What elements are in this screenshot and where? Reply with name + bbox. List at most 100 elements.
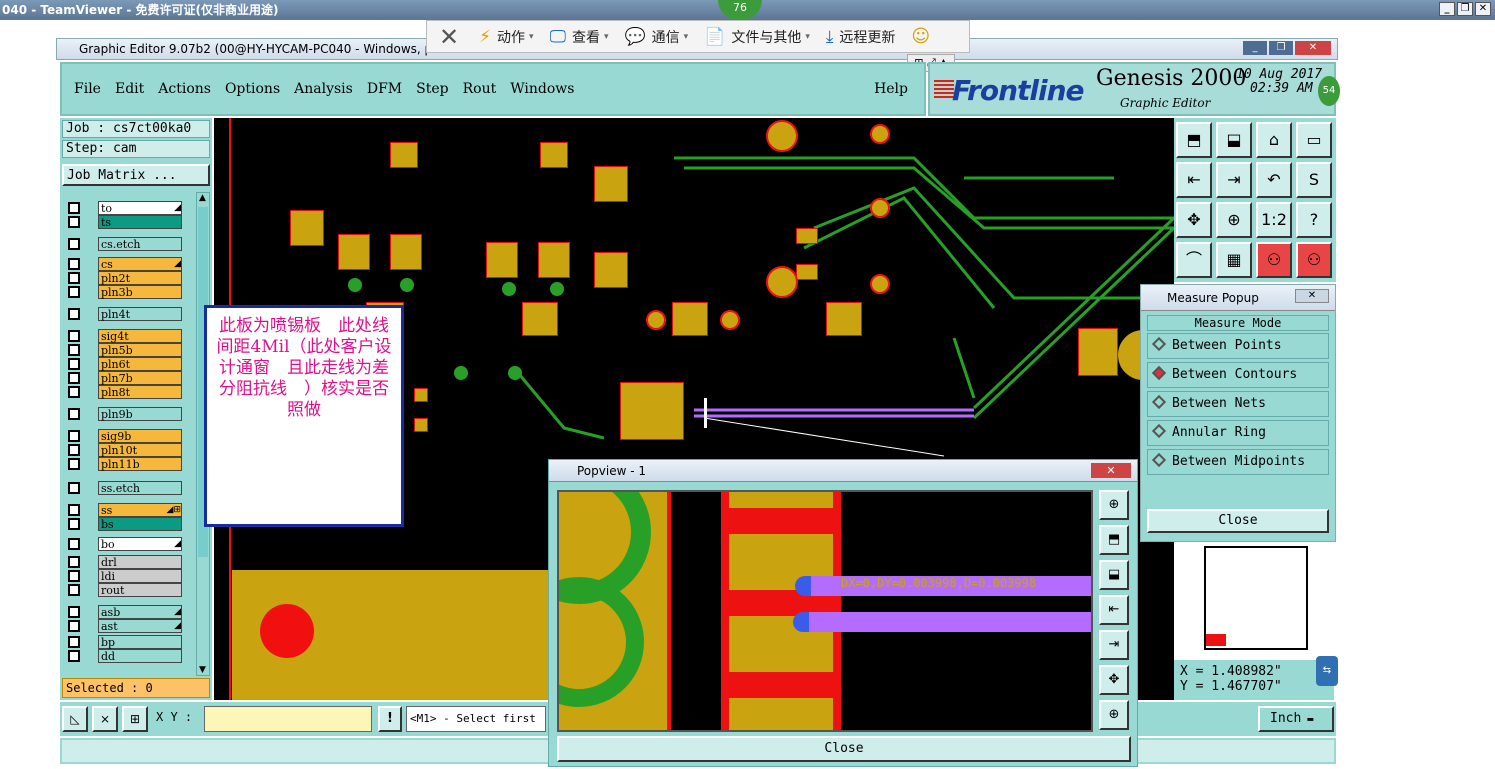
toolbar-remote-update[interactable]: ⤓ 远程更新: [818, 21, 904, 52]
toolbar-action[interactable]: ⚡ 动作 ▾: [471, 21, 541, 52]
close-icon[interactable]: ✕: [427, 23, 471, 51]
layer-name[interactable]: pln11b: [98, 456, 182, 471]
pan-left-icon[interactable]: ⇤: [1176, 162, 1212, 198]
layer-row[interactable]: pln8t: [62, 384, 184, 399]
xy-input[interactable]: [204, 706, 372, 732]
layer-row[interactable]: ts: [62, 214, 184, 229]
layer-name[interactable]: pln7b: [98, 370, 182, 385]
measure-option-between-midpoints[interactable]: Between Midpoints: [1147, 449, 1329, 475]
layer-name[interactable]: sig4t: [98, 328, 182, 343]
home-icon[interactable]: ⌂: [1256, 122, 1292, 158]
layer-name[interactable]: ldi: [98, 568, 182, 583]
layer-checkbox[interactable]: [68, 555, 80, 568]
layer-checkbox[interactable]: [68, 371, 80, 384]
layer-checkbox[interactable]: [68, 537, 80, 550]
layer-row[interactable]: ss.etch: [62, 480, 184, 495]
menu-edit[interactable]: Edit: [115, 81, 144, 97]
menu-actions[interactable]: Actions: [158, 81, 211, 97]
net-analysis-icon[interactable]: ⚇: [1256, 242, 1292, 278]
layer-row[interactable]: cs ◢: [62, 256, 184, 271]
move-right-icon[interactable]: ⇥: [1099, 630, 1129, 660]
close-button[interactable]: ✕: [1475, 2, 1491, 16]
smiley-icon[interactable]: ☺: [903, 26, 938, 47]
layer-checkbox[interactable]: [68, 429, 80, 442]
ge-close-button[interactable]: ✕: [1295, 41, 1331, 55]
layer-row[interactable]: sig4t: [62, 328, 184, 343]
save-icon[interactable]: ⬓: [1216, 122, 1252, 158]
overview-minimap[interactable]: [1176, 542, 1314, 658]
menu-step[interactable]: Step: [416, 81, 448, 97]
menu-dfm[interactable]: DFM: [367, 81, 402, 97]
layer-checkbox[interactable]: [68, 649, 80, 662]
measure-option-between-points[interactable]: Between Points: [1147, 333, 1329, 359]
layer-row[interactable]: pln2t: [62, 270, 184, 285]
layer-name[interactable]: pln4t: [98, 306, 182, 321]
grid-snap-icon[interactable]: ⊞: [122, 706, 148, 732]
layer-row[interactable]: ss ◢⊞: [62, 502, 184, 517]
minimize-button[interactable]: _: [1439, 2, 1455, 16]
teamviewer-side-icon[interactable]: ⇆: [1316, 656, 1338, 686]
layer-name[interactable]: pln8t: [98, 384, 182, 399]
layer-checkbox[interactable]: [68, 285, 80, 298]
layer-name[interactable]: bp: [98, 634, 182, 649]
layer-name[interactable]: dd: [98, 648, 182, 663]
menu-help[interactable]: Help: [874, 81, 908, 97]
popview-close-button[interactable]: Close: [557, 736, 1131, 762]
layer-checkbox[interactable]: [68, 237, 80, 250]
layer-name[interactable]: bo: [98, 536, 182, 551]
layer-checkbox[interactable]: [68, 605, 80, 618]
scroll-up-icon[interactable]: ▲: [199, 193, 206, 203]
layer-row[interactable]: to ◢: [62, 200, 184, 215]
move-down-icon[interactable]: ⬓: [1099, 560, 1129, 590]
layer-name[interactable]: asb: [98, 604, 182, 619]
layer-name[interactable]: sig9b: [98, 428, 182, 443]
pan-right-icon[interactable]: ⇥: [1216, 162, 1252, 198]
layer-row[interactable]: ldi: [62, 568, 184, 583]
layer-row[interactable]: drl: [62, 554, 184, 569]
layer-checkbox[interactable]: [68, 569, 80, 582]
move-up-icon[interactable]: ⬒: [1099, 525, 1129, 555]
layer-row[interactable]: pln7b: [62, 370, 184, 385]
close-icon[interactable]: ✕: [1295, 289, 1329, 303]
layer-checkbox[interactable]: [68, 503, 80, 516]
open-icon[interactable]: ⬒: [1176, 122, 1212, 158]
layer-checkbox[interactable]: [68, 271, 80, 284]
layer-name[interactable]: pln2t: [98, 270, 182, 285]
measure-option-between-contours[interactable]: Between Contours: [1147, 362, 1329, 388]
restore-button[interactable]: ❐: [1457, 2, 1473, 16]
toolbar-view[interactable]: 🖵 查看 ▾: [542, 21, 617, 52]
layer-checkbox[interactable]: [68, 257, 80, 270]
close-icon[interactable]: ✕: [1091, 463, 1131, 478]
layer-row[interactable]: bo ◢: [62, 536, 184, 551]
layer-row[interactable]: bp: [62, 634, 184, 649]
layer-checkbox[interactable]: [68, 201, 80, 214]
layer-row[interactable]: ast ◢: [62, 618, 184, 633]
layer-name[interactable]: pln5b: [98, 342, 182, 357]
layer-row[interactable]: pln6t: [62, 356, 184, 371]
toolbar-communicate[interactable]: 💬 通信 ▾: [617, 21, 697, 52]
layer-checkbox[interactable]: [68, 481, 80, 494]
measure-option-between-nets[interactable]: Between Nets: [1147, 391, 1329, 417]
layout-icon[interactable]: ▭: [1296, 122, 1332, 158]
layer-name[interactable]: rout: [98, 582, 182, 597]
layer-row[interactable]: dd: [62, 648, 184, 663]
measure-option-annular-ring[interactable]: Annular Ring: [1147, 420, 1329, 446]
zoom-center-icon[interactable]: ⊕: [1099, 700, 1129, 730]
layer-checkbox[interactable]: [68, 307, 80, 320]
menu-options[interactable]: Options: [225, 81, 280, 97]
layer-name[interactable]: pln6t: [98, 356, 182, 371]
toolbar-files[interactable]: 📄 文件与其他 ▾: [696, 21, 818, 52]
menu-rout[interactable]: Rout: [463, 81, 497, 97]
units-dropdown[interactable]: Inch ▬: [1258, 706, 1334, 732]
layer-checkbox[interactable]: [68, 385, 80, 398]
layer-row[interactable]: bs: [62, 516, 184, 531]
layer-row[interactable]: rout: [62, 582, 184, 597]
layer-row[interactable]: pln3b: [62, 284, 184, 299]
layer-name[interactable]: pln9b: [98, 406, 182, 421]
layer-checkbox[interactable]: [68, 215, 80, 228]
zoom-fit-icon[interactable]: ✥: [1176, 202, 1212, 238]
zoom-center-icon[interactable]: ⊕: [1216, 202, 1252, 238]
scroll-down-icon[interactable]: ▼: [199, 665, 206, 675]
measure-icon[interactable]: ⌒: [1176, 242, 1212, 278]
layer-row[interactable]: pln11b: [62, 456, 184, 471]
